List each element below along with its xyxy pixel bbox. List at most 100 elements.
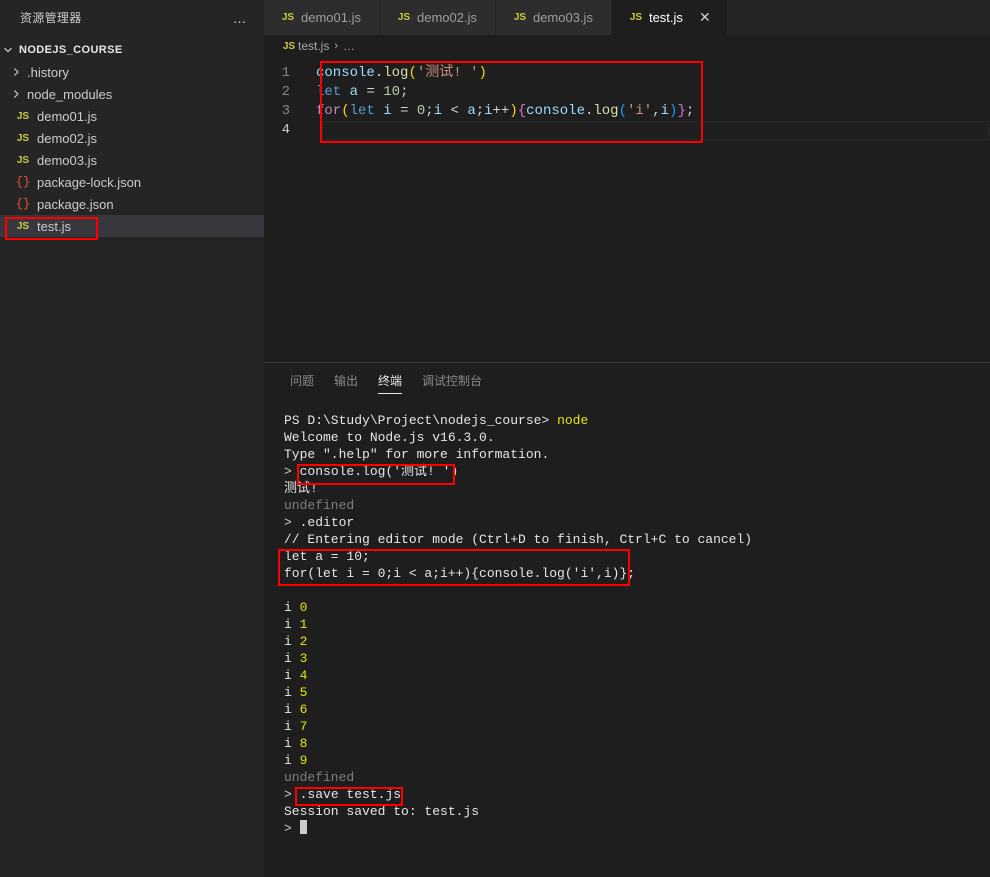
loop-value: 2: [299, 634, 308, 649]
terminal-loop-line: i 2: [284, 633, 990, 650]
json-icon: {}: [15, 197, 31, 211]
terminal-loop-line: i 9: [284, 752, 990, 769]
panel-tab-label: 终端: [378, 374, 403, 388]
loop-label: i: [284, 651, 292, 666]
terminal-loop-line: i 0: [284, 599, 990, 616]
more-actions-icon[interactable]: …: [230, 8, 250, 28]
prompt-icon: >: [284, 821, 292, 836]
tab-label: demo03.js: [532, 10, 593, 25]
terminal-loop-line: i 3: [284, 650, 990, 667]
sidebar-item-node-modules[interactable]: node_modules: [0, 83, 264, 105]
panel-tab-label: 调试控制台: [422, 374, 483, 388]
terminal-loop-line: i 1: [284, 616, 990, 633]
panel-tab-debug-console[interactable]: 调试控制台: [412, 363, 492, 398]
chevron-right-icon: [8, 89, 24, 99]
panel-tab-terminal[interactable]: 终端: [368, 363, 412, 398]
sidebar-item-label: node_modules: [27, 86, 113, 102]
sidebar-item-demo01js[interactable]: JS demo01.js: [0, 105, 264, 127]
terminal-loop-line: i 6: [284, 701, 990, 718]
prompt-icon: >: [284, 515, 292, 530]
sidebar-item-testjs[interactable]: JS test.js: [0, 215, 264, 237]
sidebar-item-demo02js[interactable]: JS demo02.js: [0, 127, 264, 149]
js-icon: JS: [16, 220, 30, 232]
loop-label: i: [284, 753, 292, 768]
terminal-cmd-save: .save test.js: [299, 787, 402, 802]
terminal-loop-line: i 5: [284, 684, 990, 701]
sidebar-item-label: demo03.js: [37, 152, 97, 168]
breadcrumb: JS test.js › …: [264, 35, 990, 57]
tab-testjs[interactable]: JS test.js ✕: [611, 0, 728, 35]
sidebar-item-label: .history: [27, 64, 69, 80]
js-icon: JS: [282, 40, 296, 52]
loop-label: i: [284, 600, 292, 615]
loop-value: 3: [299, 651, 308, 666]
js-icon: JS: [281, 12, 295, 23]
sidebar-item-label: package-lock.json: [37, 174, 142, 190]
json-icon: {}: [15, 175, 31, 189]
terminal-line: // Entering editor mode (Ctrl+D to finis…: [284, 532, 753, 547]
terminal-line: > .editor: [284, 514, 990, 531]
loop-value: 9: [299, 753, 308, 768]
terminal-loop-line: i 4: [284, 667, 990, 684]
loop-label: i: [284, 719, 292, 734]
loop-label: i: [284, 685, 292, 700]
tab-demo02js[interactable]: JS demo02.js: [379, 0, 496, 35]
sidebar-item-package-json[interactable]: {} package.json: [0, 193, 264, 215]
tabbar-empty-space: [727, 0, 990, 34]
tab-demo03js[interactable]: JS demo03.js: [495, 0, 612, 35]
editor-tabbar: JS demo01.js JS demo02.js JS demo03.js J…: [264, 0, 990, 35]
code-line-3: 3 for(let i = 0;i < a;i++){console.log('…: [264, 102, 990, 121]
breadcrumb-file[interactable]: test.js: [298, 39, 329, 53]
prompt-icon: >: [284, 464, 292, 479]
sidebar-item-history[interactable]: .history: [0, 61, 264, 83]
sidebar-item-package-lock-json[interactable]: {} package-lock.json: [0, 171, 264, 193]
terminal-output[interactable]: PS D:\Study\Project\nodejs_course> node …: [264, 398, 990, 877]
terminal-line: Type ".help" for more information.: [284, 447, 550, 462]
js-icon: JS: [397, 12, 411, 23]
explorer-title: 资源管理器: [20, 11, 82, 25]
terminal-ps-prefix: PS D:\Study\Project\nodejs_course>: [284, 413, 550, 428]
sidebar-item-label: test.js: [37, 218, 71, 234]
terminal-cursor: [299, 820, 307, 834]
close-icon[interactable]: ✕: [695, 8, 715, 28]
loop-value: 4: [299, 668, 308, 683]
code-editor[interactable]: 1 console.log('测试! ') 2 let a = 10; 3 fo…: [264, 57, 990, 362]
chevron-right-icon: ›: [334, 40, 339, 52]
line-number: 4: [281, 122, 290, 138]
panel-tab-problems[interactable]: 问题: [280, 363, 324, 398]
sidebar-item-label: demo01.js: [37, 108, 97, 124]
tab-label: demo01.js: [301, 10, 361, 25]
panel-tab-label: 问题: [290, 374, 315, 388]
panel-tabbar: 问题 输出 终端 调试控制台: [264, 363, 990, 398]
terminal-line: Welcome to Node.js v16.3.0.: [284, 430, 495, 445]
js-icon: JS: [16, 110, 30, 122]
terminal-line: > console.log('测试! '): [284, 463, 990, 480]
editor-area: JS demo01.js JS demo02.js JS demo03.js J…: [264, 0, 990, 877]
chevron-right-icon: [8, 67, 24, 77]
sidebar-item-demo03js[interactable]: JS demo03.js: [0, 149, 264, 171]
chevron-down-icon: [0, 45, 16, 55]
loop-label: i: [284, 702, 292, 717]
line-number: 1: [281, 65, 290, 81]
terminal-line: undefined: [284, 770, 355, 785]
tree-root-label: NODEJS_COURSE: [19, 44, 123, 56]
loop-value: 6: [299, 702, 308, 717]
loop-label: i: [284, 668, 292, 683]
terminal-line: Session saved to: test.js: [284, 804, 480, 819]
js-icon: JS: [513, 12, 527, 23]
breadcrumb-tail[interactable]: …: [343, 39, 355, 53]
tab-demo01js[interactable]: JS demo01.js: [264, 0, 380, 35]
terminal-prompt-line[interactable]: >: [284, 820, 990, 837]
js-icon: JS: [16, 132, 30, 144]
panel-tab-output[interactable]: 输出: [324, 363, 368, 398]
tree-root-nodejs-course[interactable]: NODEJS_COURSE: [0, 39, 264, 61]
vscode-window: 资源管理器 … NODEJS_COURSE .history node_modu…: [0, 0, 990, 877]
explorer-header: 资源管理器 …: [0, 0, 264, 35]
code-line-2: 2 let a = 10;: [264, 83, 990, 102]
sidebar-item-label: package.json: [37, 196, 114, 212]
terminal-line: undefined: [284, 498, 355, 513]
bottom-panel: 问题 输出 终端 调试控制台 PS D:\Study\Project\nodej…: [264, 362, 990, 877]
terminal-loop-line: i 8: [284, 735, 990, 752]
